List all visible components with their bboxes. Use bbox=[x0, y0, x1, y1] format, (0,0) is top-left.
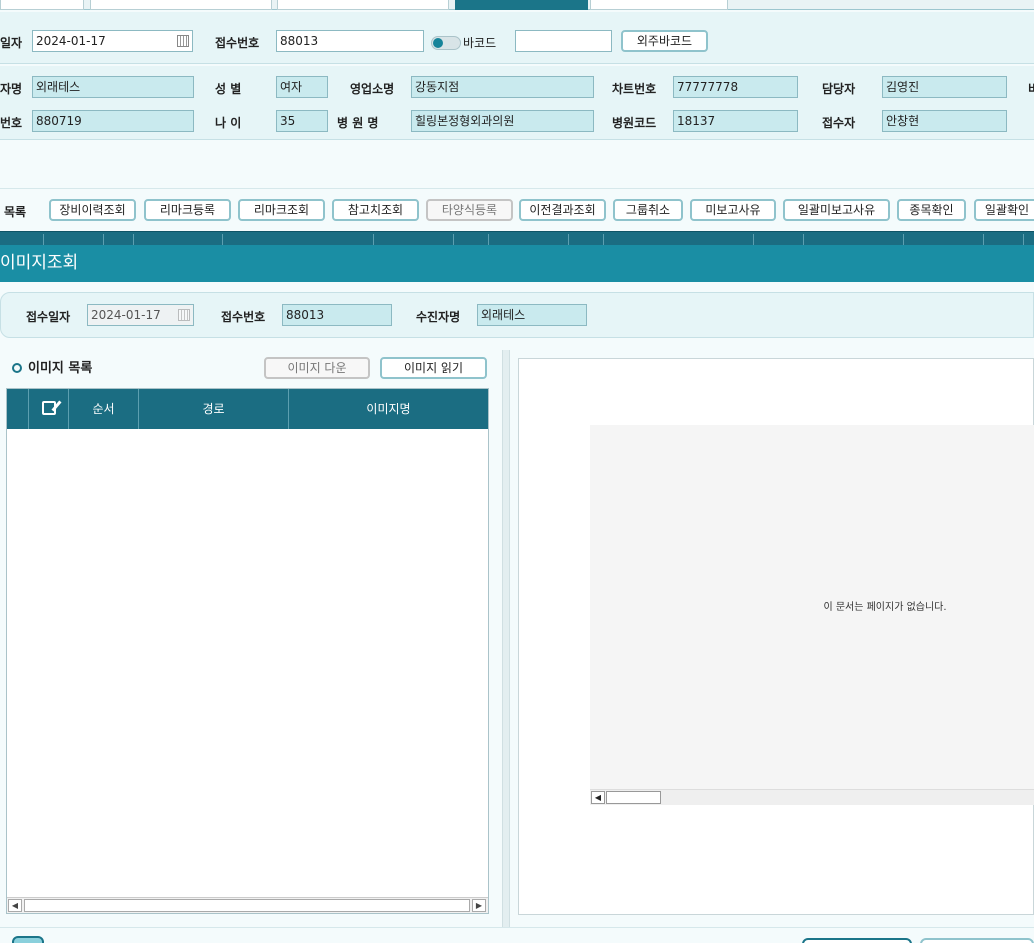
hospital-code-label: 병원코드 bbox=[612, 116, 657, 130]
receipt-no-label: 접수번호 bbox=[215, 36, 260, 50]
scroll-left-icon[interactable]: ◀ bbox=[591, 791, 605, 804]
date-label: 일자 bbox=[0, 36, 23, 50]
bulk-confirm-button[interactable]: 일괄확인 bbox=[974, 199, 1034, 221]
barcode-label: 바코드 bbox=[463, 36, 497, 50]
dialog-receipt-no-label: 접수번호 bbox=[221, 310, 266, 324]
calendar-icon bbox=[178, 309, 190, 321]
viewer-hscrollbar[interactable]: ◀ bbox=[590, 789, 1034, 805]
image-grid-header: 순서 경로 이미지명 bbox=[7, 389, 488, 429]
hospital-label: 병 원 명 bbox=[337, 116, 379, 130]
toggle-knob bbox=[433, 38, 443, 48]
chart-no-field[interactable]: 77777778 bbox=[673, 76, 798, 98]
image-read-button[interactable]: 이미지 읽기 bbox=[380, 357, 487, 379]
row-indicator-column bbox=[7, 389, 29, 429]
previous-results-button[interactable]: 이전결과조회 bbox=[519, 199, 606, 221]
unreported-reason-button[interactable]: 미보고사유 bbox=[690, 199, 776, 221]
bottom-right-button-1[interactable] bbox=[802, 938, 912, 943]
equipment-history-button[interactable]: 장비이력조회 bbox=[49, 199, 136, 221]
edge-label: 비 bbox=[1028, 82, 1034, 96]
dialog-receipt-no-field[interactable]: 88013 bbox=[282, 304, 392, 326]
dialog-title: 이미지조회 bbox=[0, 253, 79, 273]
tab-2[interactable] bbox=[90, 0, 272, 10]
bottom-bar bbox=[0, 927, 1034, 943]
other-form-register-button[interactable]: 타양식등록 bbox=[426, 199, 513, 221]
chart-no-label: 차트번호 bbox=[612, 82, 657, 96]
group-cancel-button[interactable]: 그룹취소 bbox=[613, 199, 683, 221]
result-toolbar: 목록 장비이력조회 리마크등록 리마크조회 참고치조회 타양식등록 이전결과조회… bbox=[0, 190, 1034, 230]
image-grid-hscrollbar[interactable]: ◀ ▶ bbox=[7, 897, 488, 913]
receiver-label: 접수자 bbox=[822, 116, 856, 130]
image-name-column-header[interactable]: 이미지명 bbox=[289, 389, 488, 429]
edit-icon bbox=[41, 401, 56, 415]
receiver-field[interactable]: 안창현 bbox=[882, 110, 1007, 132]
manager-field[interactable]: 김영진 bbox=[882, 76, 1007, 98]
receipt-no-field[interactable]: 88013 bbox=[276, 30, 424, 52]
reference-view-button[interactable]: 참고치조회 bbox=[332, 199, 419, 221]
name-label: 자명 bbox=[0, 82, 23, 96]
gender-field[interactable]: 여자 bbox=[276, 76, 328, 98]
scroll-left-icon[interactable]: ◀ bbox=[8, 899, 22, 912]
image-grid: 순서 경로 이미지명 ◀ ▶ bbox=[6, 388, 489, 914]
panel-splitter[interactable] bbox=[502, 350, 510, 927]
number-label: 번호 bbox=[0, 116, 23, 130]
age-label: 나 이 bbox=[215, 116, 242, 130]
receipt-date-field: 2024-01-17 bbox=[87, 304, 194, 326]
background-grid-header bbox=[0, 231, 1034, 246]
scroll-thumb[interactable] bbox=[24, 899, 470, 912]
sales-office-label: 영업소명 bbox=[350, 82, 395, 96]
tab-active[interactable] bbox=[455, 0, 588, 10]
bottom-right-button-2[interactable] bbox=[920, 938, 1034, 943]
blank-area bbox=[0, 141, 1034, 189]
tab-3[interactable] bbox=[277, 0, 449, 10]
outsource-barcode-button[interactable]: 외주바코드 bbox=[621, 30, 708, 52]
scroll-right-icon[interactable]: ▶ bbox=[472, 899, 486, 912]
image-list-title: 이미지 목록 bbox=[12, 357, 92, 376]
item-confirm-button[interactable]: 종목확인 bbox=[897, 199, 966, 221]
age-field[interactable]: 35 bbox=[276, 110, 328, 132]
manager-label: 담당자 bbox=[822, 82, 856, 96]
hospital-field[interactable]: 힐링본정형외과의원 bbox=[411, 110, 594, 132]
gender-label: 성 별 bbox=[215, 82, 242, 96]
tab-1[interactable] bbox=[0, 0, 84, 10]
dialog-title-bar: 이미지조회 bbox=[0, 245, 1034, 282]
image-list-title-text: 이미지 목록 bbox=[28, 361, 93, 376]
date-field[interactable]: 2024-01-17 bbox=[32, 30, 193, 52]
patient-name-field[interactable]: 외래테스 bbox=[477, 304, 587, 326]
calendar-icon[interactable] bbox=[177, 35, 189, 47]
date-value: 2024-01-17 bbox=[36, 34, 106, 48]
receipt-date-value: 2024-01-17 bbox=[91, 308, 161, 322]
image-download-button[interactable]: 이미지 다운 bbox=[264, 357, 370, 379]
number-field[interactable]: 880719 bbox=[32, 110, 194, 132]
barcode-toggle[interactable] bbox=[431, 36, 461, 50]
viewer-scroll-thumb[interactable] bbox=[606, 791, 661, 804]
hospital-code-field[interactable]: 18137 bbox=[673, 110, 798, 132]
tab-5[interactable] bbox=[590, 0, 728, 10]
edit-column[interactable] bbox=[29, 389, 69, 429]
bottom-left-button[interactable] bbox=[12, 936, 44, 943]
remark-register-button[interactable]: 리마크등록 bbox=[144, 199, 231, 221]
receipt-date-label: 접수일자 bbox=[26, 310, 71, 324]
patient-name-label: 수진자명 bbox=[416, 310, 461, 324]
path-column-header[interactable]: 경로 bbox=[139, 389, 289, 429]
remark-view-button[interactable]: 리마크조회 bbox=[238, 199, 325, 221]
bulk-unreported-reason-button[interactable]: 일괄미보고사유 bbox=[783, 199, 890, 221]
name-field[interactable]: 외래테스 bbox=[32, 76, 194, 98]
tab-strip bbox=[0, 0, 1034, 10]
barcode-input[interactable] bbox=[515, 30, 612, 52]
no-pages-message: 이 문서는 페이지가 없습니다. bbox=[823, 602, 947, 613]
order-column-header[interactable]: 순서 bbox=[69, 389, 139, 429]
circle-bullet-icon bbox=[12, 363, 22, 373]
document-canvas bbox=[590, 425, 1034, 805]
sales-office-field[interactable]: 강동지점 bbox=[411, 76, 594, 98]
list-label: 목록 bbox=[4, 205, 27, 219]
